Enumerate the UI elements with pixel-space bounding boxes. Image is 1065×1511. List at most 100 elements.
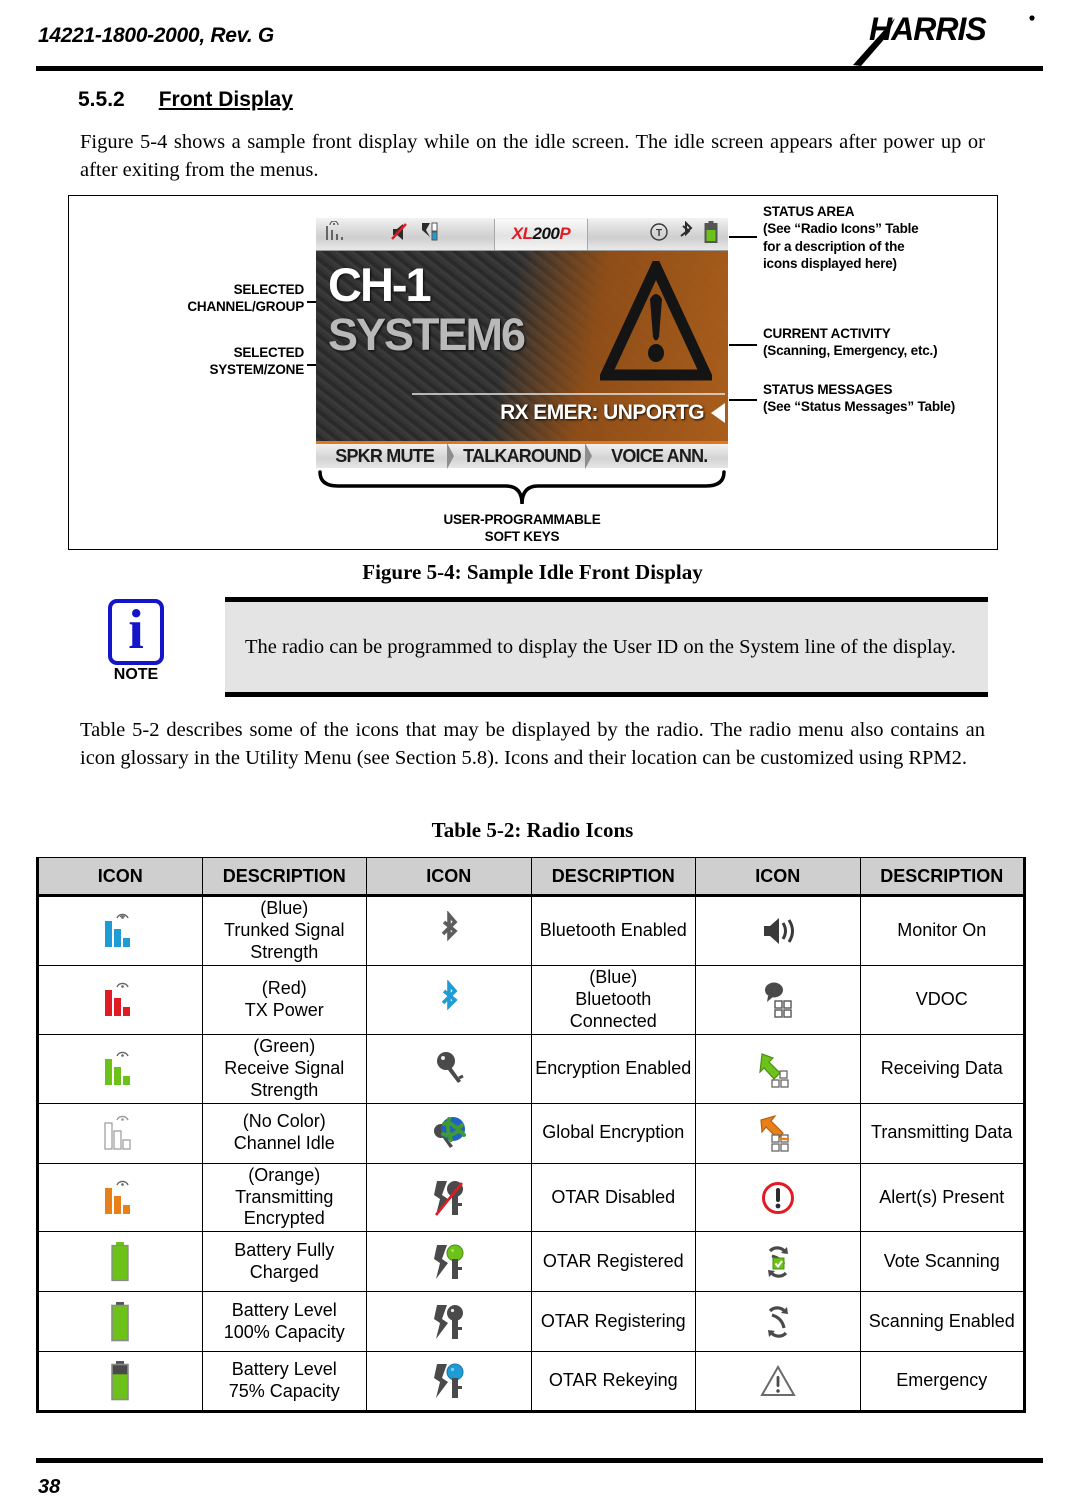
table-cell-description: Global Encryption: [530, 1102, 696, 1164]
scan-check-icon: [695, 1231, 861, 1293]
softkey-spkr-mute[interactable]: SPKR MUTE: [316, 446, 453, 467]
figure-label-selected-system-zone: SELECTED SYSTEM/ZONE: [209, 345, 304, 378]
figure-label-current-activity: CURRENT ACTIVITY (Scanning, Emergency, e…: [763, 326, 938, 359]
table-cell-description: (Orange) Transmitting Encrypted: [201, 1162, 367, 1233]
note-body: The radio can be programmed to display t…: [225, 597, 988, 697]
harris-logo: HARRIS: [851, 10, 1041, 68]
figure-label-selected-channel-group: SELECTED CHANNEL/GROUP: [187, 282, 304, 315]
figure-5-4: SELECTED CHANNEL/GROUP SELECTED SYSTEM/Z…: [68, 195, 998, 550]
vdoc-icon: [695, 964, 861, 1035]
col-header-icon-1: ICON: [36, 857, 203, 897]
table-cell-description: Battery Fully Charged: [201, 1231, 367, 1293]
table-cell-description: Encryption Enabled: [530, 1033, 696, 1104]
softkey-voice-ann[interactable]: VOICE ANN.: [584, 442, 728, 469]
table-cell-description: OTAR Disabled: [530, 1162, 696, 1233]
table-cell-description: (Green) Receive Signal Strength: [201, 1033, 367, 1104]
table-row: Battery Fully Charged OTAR Registered Vo…: [36, 1231, 1026, 1293]
radio-display: XL 200 P T CH-1 SYSTEM6 RX EMER: UNPORTG…: [316, 218, 728, 469]
alert-circle-icon: [695, 1162, 861, 1233]
table-row: (Green) Receive Signal Strength Encrypti…: [36, 1033, 1026, 1104]
note-label: NOTE: [113, 666, 159, 683]
otar-key-blue-icon: [366, 1351, 532, 1414]
table-row: Battery Level 100% Capacity OTAR Registe…: [36, 1291, 1026, 1353]
table-cell-description: Vote Scanning: [859, 1231, 1026, 1293]
col-header-icon-3: ICON: [695, 857, 861, 897]
radio-icons-table: ICON DESCRIPTION ICON DESCRIPTION ICON D…: [36, 857, 1026, 1414]
table-cell-description: Transmitting Data: [859, 1102, 1026, 1164]
note-icon-box: i: [108, 599, 164, 665]
figure-label-soft-keys: USER-PROGRAMMABLE SOFT KEYS: [443, 512, 601, 545]
table-intro-paragraph: Table 5-2 describes some of the icons th…: [80, 719, 985, 770]
radio-softkey-bar: SPKR MUTE TALKAROUND VOICE ANN.: [316, 442, 728, 469]
table-cell-description: Monitor On: [859, 895, 1026, 966]
header-rule: [36, 66, 1043, 71]
t-circle-icon: T: [649, 222, 669, 247]
status-icons-left: [316, 220, 494, 248]
logo-xl: XL: [511, 224, 533, 243]
speaker-monitor-icon: [695, 895, 861, 966]
signal-bars-icon: [324, 220, 346, 248]
otar-key-green-icon: [366, 1231, 532, 1293]
radio-status-bar: XL 200 P T: [316, 218, 728, 251]
table-cell-description: Battery Level 100% Capacity: [201, 1291, 367, 1353]
svg-text:HARRIS: HARRIS: [869, 11, 987, 47]
col-header-icon-2: ICON: [366, 857, 532, 897]
logo-200: 200: [532, 224, 560, 243]
battery-100-icon: [36, 1291, 203, 1353]
warning-triangle-icon: [597, 253, 715, 385]
note-text: The radio can be programmed to display t…: [245, 635, 956, 658]
table-row: (Blue) Trunked Signal Strength Bluetooth…: [36, 895, 1026, 966]
note-icon: i NOTE: [100, 599, 172, 684]
table-cell-description: Alert(s) Present: [859, 1162, 1026, 1233]
svg-text:T: T: [656, 228, 662, 239]
bluetooth-icon: [678, 220, 694, 248]
selected-channel-value: CH-1: [328, 258, 432, 311]
footer-rule: [36, 1458, 1043, 1463]
scan-icon: [695, 1291, 861, 1353]
key-gray-icon: [366, 1033, 532, 1104]
table-header-row: ICON DESCRIPTION ICON DESCRIPTION ICON D…: [36, 857, 1026, 897]
signal-bars-green-icon: [36, 1033, 203, 1104]
table-cell-description: VDOC: [859, 964, 1026, 1035]
selected-system-value: SYSTEM6: [328, 309, 526, 360]
col-header-description-2: DESCRIPTION: [530, 857, 696, 897]
otar-key-slash-icon: [366, 1162, 532, 1233]
signal-bars-orange-icon: [36, 1162, 203, 1233]
signal-bars-white-icon: [36, 1102, 203, 1164]
battery-full-icon: [36, 1231, 203, 1293]
table-row: (Red) TX Power (Blue) Bluetooth Connecte…: [36, 964, 1026, 1035]
section-title: Front Display: [158, 88, 293, 111]
leader-line-current-activity: [729, 344, 757, 346]
table-row: (Orange) Transmitting Encrypted OTAR Dis…: [36, 1162, 1026, 1233]
arrow-up-data-icon: [695, 1102, 861, 1164]
table-row: Battery Level 75% Capacity OTAR Rekeying: [36, 1351, 1026, 1414]
softkey-talkaround[interactable]: TALKAROUND: [447, 442, 590, 469]
document-id: 14221-1800-2000, Rev. G: [38, 24, 274, 47]
table-cell-description: (Blue) Bluetooth Connected: [530, 964, 696, 1035]
otar-key-gray-icon: [366, 1291, 532, 1353]
table-row: (No Color) Channel Idle Global Encryptio…: [36, 1102, 1026, 1164]
table-cell-description: OTAR Registering: [530, 1291, 696, 1353]
speaker-mute-icon: [390, 222, 412, 247]
arrow-down-data-icon: [695, 1033, 861, 1104]
radio-status-message: RX EMER: UNPORTG: [500, 401, 705, 424]
leader-line-status-messages: [729, 399, 757, 401]
figure-caption: Figure 5-4: Sample Idle Front Display: [362, 560, 703, 584]
bluetooth-blue-icon: [366, 964, 532, 1035]
note-block: i NOTE The radio can be programmed to di…: [78, 597, 988, 697]
battery-icon: [703, 220, 719, 249]
table-caption: Table 5-2: Radio Icons: [431, 818, 634, 842]
table-cell-description: Emergency: [859, 1351, 1026, 1414]
col-header-description-1: DESCRIPTION: [201, 857, 367, 897]
signal-bars-red-icon: [36, 964, 203, 1035]
table-cell-description: Scanning Enabled: [859, 1291, 1026, 1353]
table-cell-description: Receiving Data: [859, 1033, 1026, 1104]
signal-bars-blue-icon: [36, 895, 203, 966]
status-message-arrow-icon: [711, 403, 725, 423]
table-cell-description: (Blue) Trunked Signal Strength: [201, 895, 367, 966]
note-i-glyph: i: [128, 598, 144, 661]
softkeys-brace: [316, 470, 728, 510]
radio-main-screen: CH-1 SYSTEM6 RX EMER: UNPORTG: [316, 251, 728, 441]
key-globe-icon: [366, 1102, 532, 1164]
figure-label-status-messages: STATUS MESSAGES (See “Status Messages” T…: [763, 382, 956, 415]
